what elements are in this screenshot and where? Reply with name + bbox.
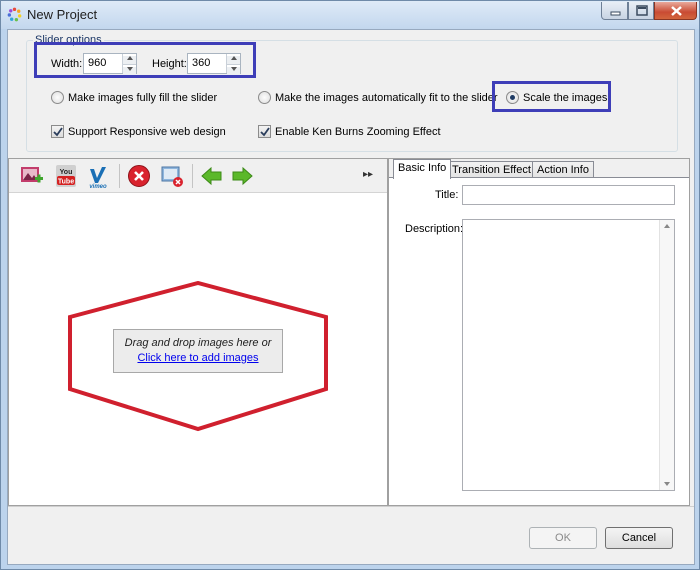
move-left-button[interactable] [199,163,225,189]
scroll-down-icon[interactable] [664,482,670,486]
description-textarea[interactable] [462,219,675,491]
toolbar-separator [192,164,193,188]
maximize-button[interactable] [628,2,654,20]
drop-zone-text: Drag and drop images here or [124,337,272,349]
cancel-button[interactable]: Cancel [605,527,673,549]
responsive-label: Support Responsive web design [68,125,226,138]
fill-slider-radio[interactable]: Make images fully fill the slider [51,91,217,104]
dialog-body: Slider options Width: 960 Height: 360 Ma… [7,29,695,565]
toolbar-overflow-button[interactable]: ▸▸ [363,169,373,180]
tab-action-info[interactable]: Action Info [532,161,594,178]
toolbar-separator [119,164,120,188]
auto-fit-radio[interactable]: Make the images automatically fit to the… [258,91,498,104]
remove-media-icon [161,166,183,187]
responsive-checkbox[interactable]: Support Responsive web design [51,125,226,138]
add-images-link[interactable]: Click here to add images [114,352,282,364]
add-vimeo-button[interactable]: vimeo [85,163,111,189]
checkbox[interactable] [258,125,271,138]
youtube-you-text: You [60,169,73,176]
image-toolbar: You Tube vimeo ▸▸ [9,159,387,193]
add-youtube-button[interactable]: You Tube [53,163,79,189]
drop-zone[interactable]: Drag and drop images here or Click here … [113,329,283,373]
properties-tabs: Basic Info Transition Effect Action Info [389,159,689,179]
title-bar: New Project [1,1,699,29]
new-project-window: New Project Slider options Width: 960 He… [0,0,700,570]
close-icon [671,6,682,16]
checkbox[interactable] [51,125,64,138]
fill-slider-label: Make images fully fill the slider [68,91,218,104]
delete-icon [128,165,150,187]
close-window-button[interactable] [654,2,697,20]
scale-highlight-box [492,81,611,112]
tab-basic-info[interactable]: Basic Info [393,159,452,179]
radio-button[interactable] [51,91,64,104]
ken-burns-label: Enable Ken Burns Zooming Effect [275,125,441,138]
title-label: Title: [435,189,459,201]
description-label: Description: [405,223,464,235]
minimize-button[interactable] [601,2,628,20]
dialog-footer: OK Cancel [8,506,694,564]
radio-button[interactable] [258,91,271,104]
arrow-left-icon [201,166,222,186]
title-input[interactable] [462,185,675,205]
basic-info-panel: Title: Description: [389,177,689,505]
move-right-button[interactable] [229,163,255,189]
maximize-icon [636,5,648,16]
description-scrollbar[interactable] [659,220,674,490]
tab-transition-effect[interactable]: Transition Effect [447,161,536,178]
properties-pane: Basic Info Transition Effect Action Info… [388,158,690,506]
remove-media-button[interactable] [159,163,185,189]
vimeo-icon: vimeo [89,167,107,189]
checkmark-icon [53,127,63,137]
checkmark-icon [260,127,270,137]
minimize-icon [610,11,621,16]
add-image-icon [21,167,43,183]
arrow-right-icon [232,166,253,186]
image-list-pane: You Tube vimeo ▸▸ Drag and drop images h… [8,158,388,506]
ken-burns-checkbox[interactable]: Enable Ken Burns Zooming Effect [258,125,441,138]
youtube-tube-text: Tube [58,179,74,186]
window-title: New Project [27,7,98,22]
vimeo-text: vimeo [89,184,107,189]
size-highlight-box [34,42,256,78]
colorful-ring-icon [7,7,22,22]
ok-button[interactable]: OK [529,527,597,549]
add-image-button[interactable] [19,163,45,189]
scroll-up-icon[interactable] [664,224,670,228]
delete-button[interactable] [126,163,152,189]
youtube-icon: You Tube [56,165,76,187]
auto-fit-label: Make the images automatically fit to the… [275,91,498,104]
